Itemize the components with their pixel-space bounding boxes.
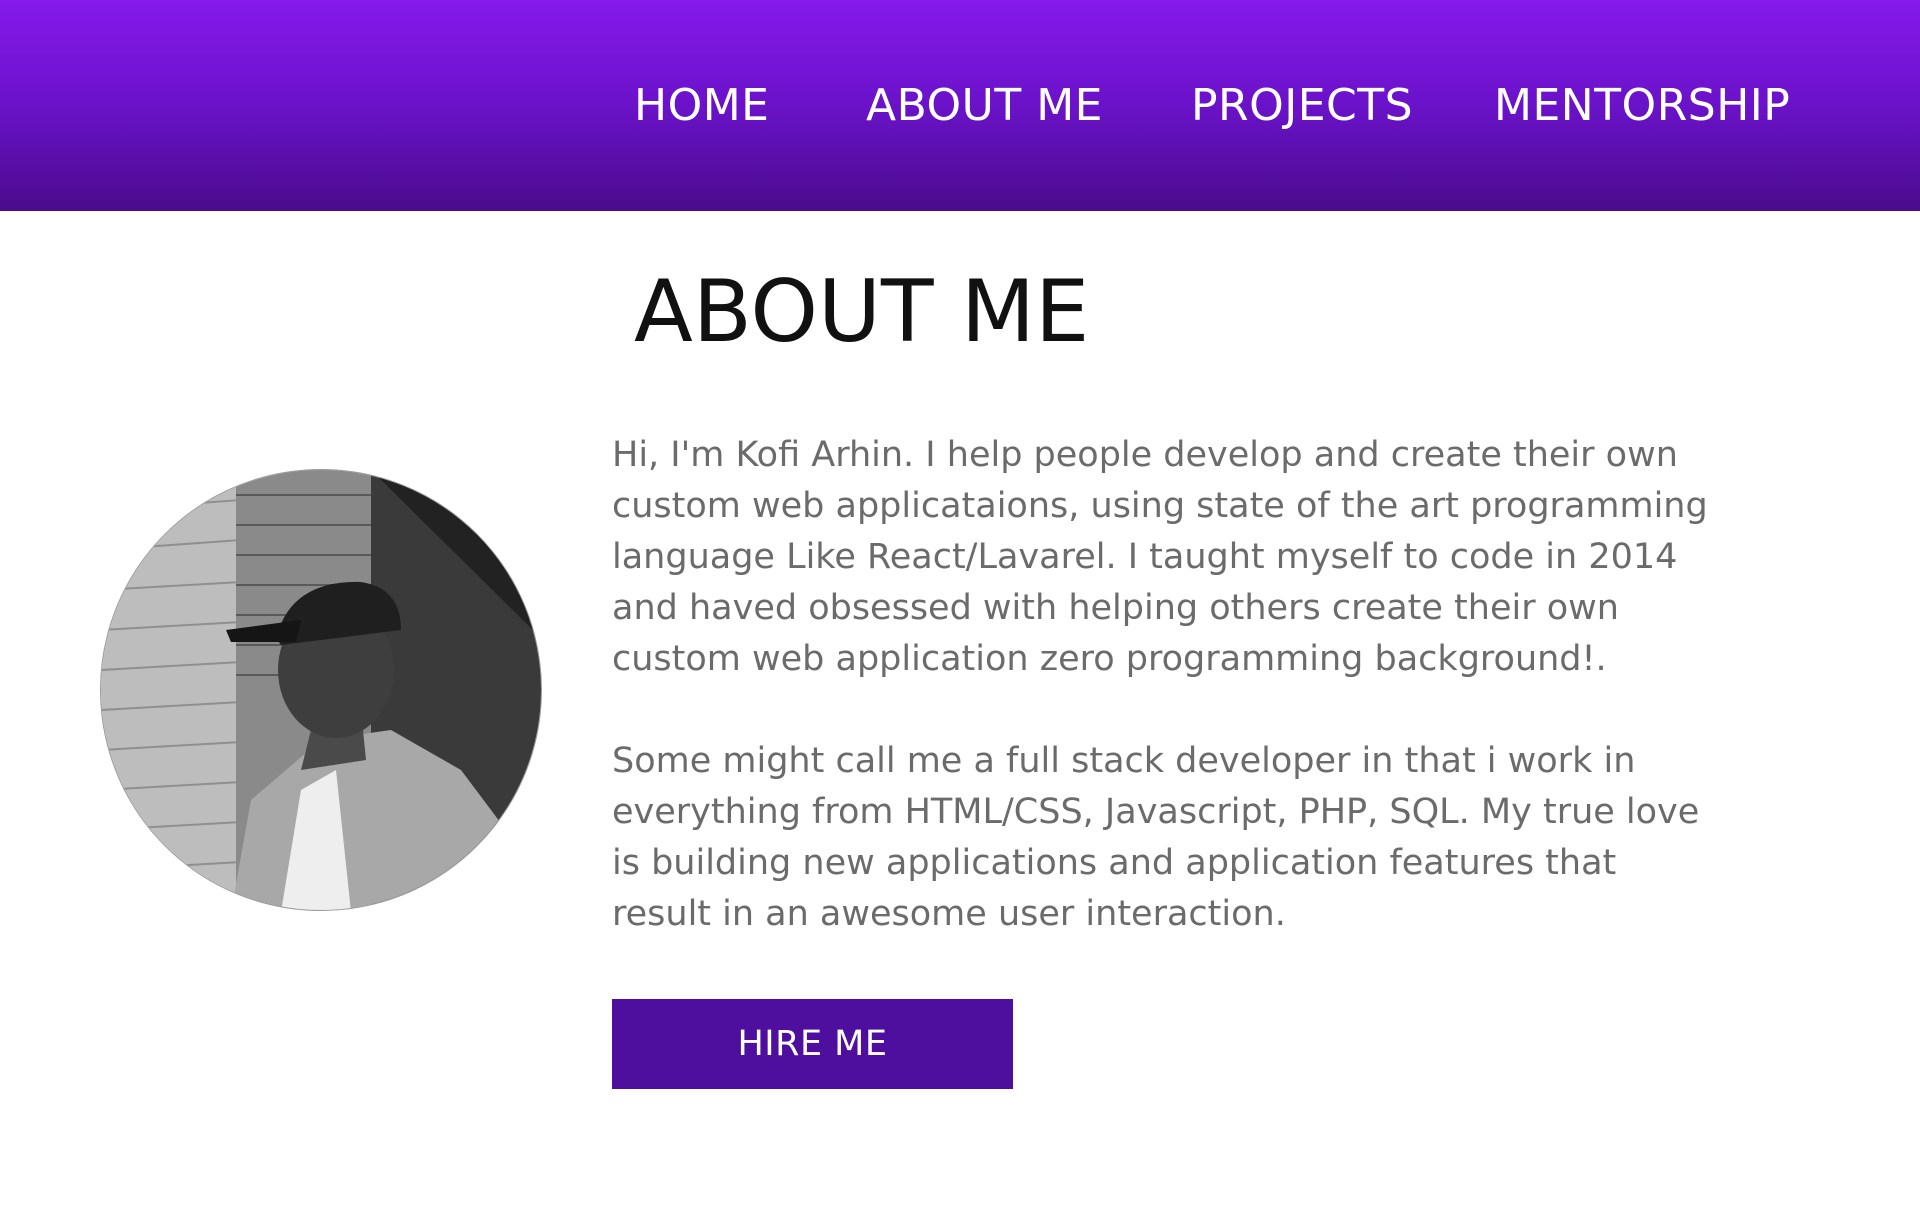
hire-me-button[interactable]: HIRE ME bbox=[612, 999, 1013, 1089]
avatar bbox=[100, 469, 542, 911]
nav-link-projects[interactable]: PROJECTS bbox=[1191, 80, 1413, 131]
bio-paragraph-2: Some might call me a full stack develope… bbox=[612, 741, 1700, 934]
nav-link-about-me[interactable]: ABOUT ME bbox=[866, 80, 1103, 131]
profile-photo-icon bbox=[101, 470, 541, 910]
bio-text: Hi, I'm Kofi Arhin. I help people develo… bbox=[612, 430, 1722, 940]
nav-link-mentorship[interactable]: MENTORSHIP bbox=[1494, 80, 1790, 131]
nav-link-home[interactable]: HOME bbox=[634, 80, 769, 131]
bio-paragraph-1: Hi, I'm Kofi Arhin. I help people develo… bbox=[612, 435, 1708, 679]
top-navbar: HOME ABOUT ME PROJECTS MENTORSHIP bbox=[0, 0, 1920, 211]
page-title: ABOUT ME bbox=[634, 262, 1090, 362]
